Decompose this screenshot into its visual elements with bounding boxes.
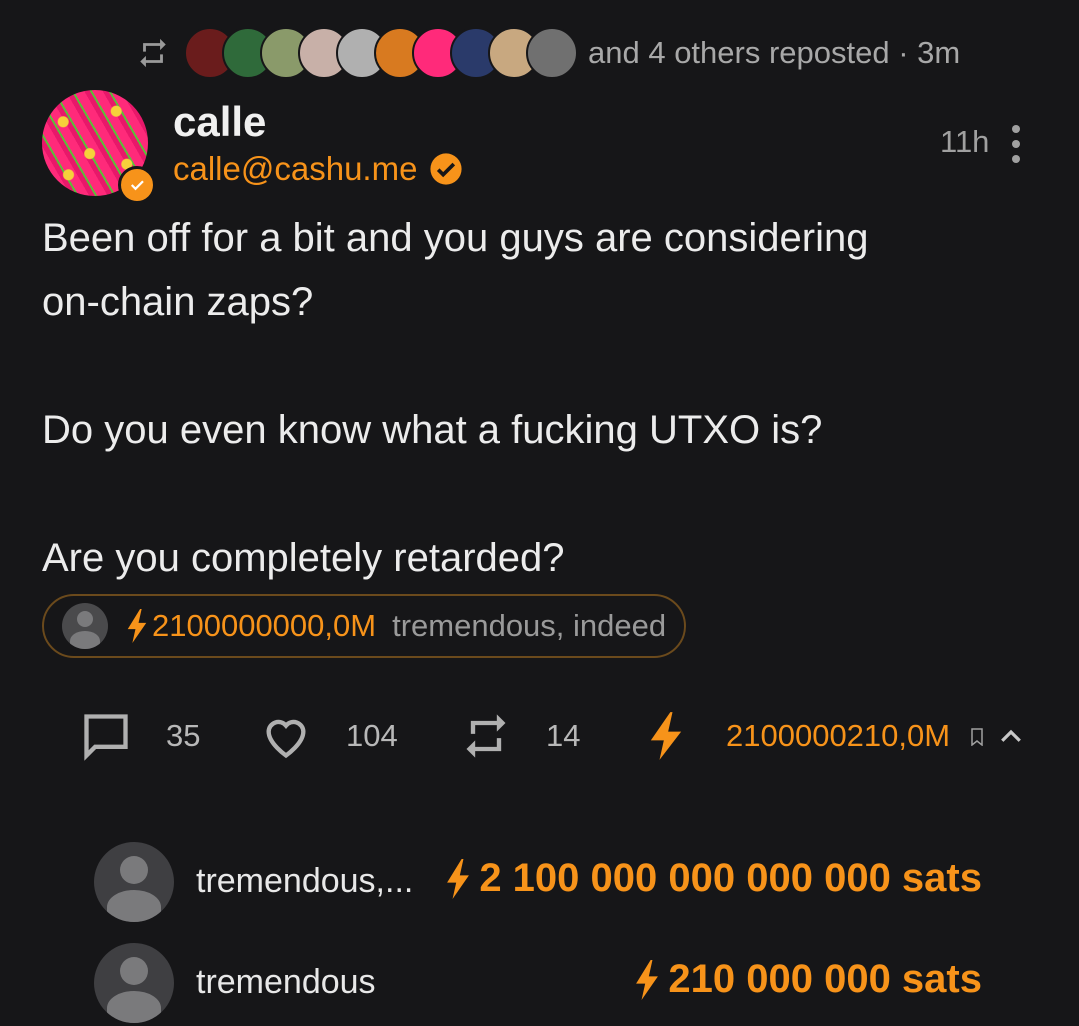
like-count: 104 (346, 718, 398, 753)
repost-button[interactable]: 14 (460, 706, 580, 766)
avatar (94, 842, 174, 922)
post-line: Do you even know what a fucking UTXO is? (42, 408, 823, 452)
post-line: on-chain zaps? (42, 280, 314, 324)
zap-amount: 2 100 000 000 000 000 sats (445, 856, 982, 901)
lightning-icon (636, 959, 659, 1000)
chevron-up-icon[interactable] (996, 722, 1026, 752)
lightning-icon (447, 858, 470, 899)
avatar (94, 943, 174, 1023)
note-view: and 4 others reposted · 3m calle calle@c… (0, 0, 1079, 1026)
avatar (526, 27, 578, 79)
lightning-icon (650, 712, 682, 760)
author-nip05[interactable]: calle@cashu.me (173, 150, 463, 188)
repost-icon (466, 714, 506, 758)
zap-amount-label: 2 100 000 000 000 000 sats (479, 856, 982, 900)
top-zap-comment: tremendous, indeed (392, 608, 667, 643)
lightning-icon (127, 609, 147, 643)
post-line: Been off for a bit and you guys are cons… (42, 216, 869, 260)
top-zap-amount: 2100000000,0M (152, 608, 377, 643)
repost-count: 14 (546, 718, 581, 753)
verified-check-icon (430, 153, 463, 185)
post-content: Been off for a bit and you guys are cons… (42, 206, 1032, 590)
repost-header[interactable]: and 4 others reposted · 3m (136, 24, 960, 82)
reply-count: 35 (166, 718, 201, 753)
zapper-name: tremendous (196, 963, 376, 1001)
comment-icon (84, 714, 128, 761)
avatar (62, 603, 108, 649)
top-zap-pill[interactable]: 2100000000,0M tremendous, indeed (42, 594, 686, 658)
bookmark-icon[interactable] (970, 728, 984, 746)
author-name[interactable]: calle (173, 98, 266, 146)
reposter-avatars[interactable] (184, 27, 578, 79)
nip05-label: calle@cashu.me (173, 150, 418, 187)
post-time: 11h (940, 124, 990, 159)
zap-list-item[interactable]: tremendous 210 000 000 sats (94, 943, 984, 1023)
post-line: Are you completely retarded? (42, 536, 565, 580)
more-options-icon[interactable] (1006, 124, 1026, 164)
zap-amount-label: 210 000 000 sats (668, 957, 982, 1001)
zap-amount: 210 000 000 sats (634, 957, 982, 1002)
zap-total: 2100000210,0M (726, 718, 951, 753)
verified-badge-icon (118, 166, 156, 204)
like-button[interactable]: 104 (260, 706, 398, 766)
zap-button[interactable]: 2100000210,0M (640, 706, 950, 766)
zap-list-item[interactable]: tremendous,... 2 100 000 000 000 000 sat… (94, 842, 984, 922)
zapper-name: tremendous,... (196, 862, 414, 900)
heart-icon (266, 719, 306, 759)
repost-icon (140, 38, 166, 68)
repost-summary: and 4 others reposted · 3m (588, 35, 961, 70)
reply-button[interactable]: 35 (80, 706, 200, 766)
